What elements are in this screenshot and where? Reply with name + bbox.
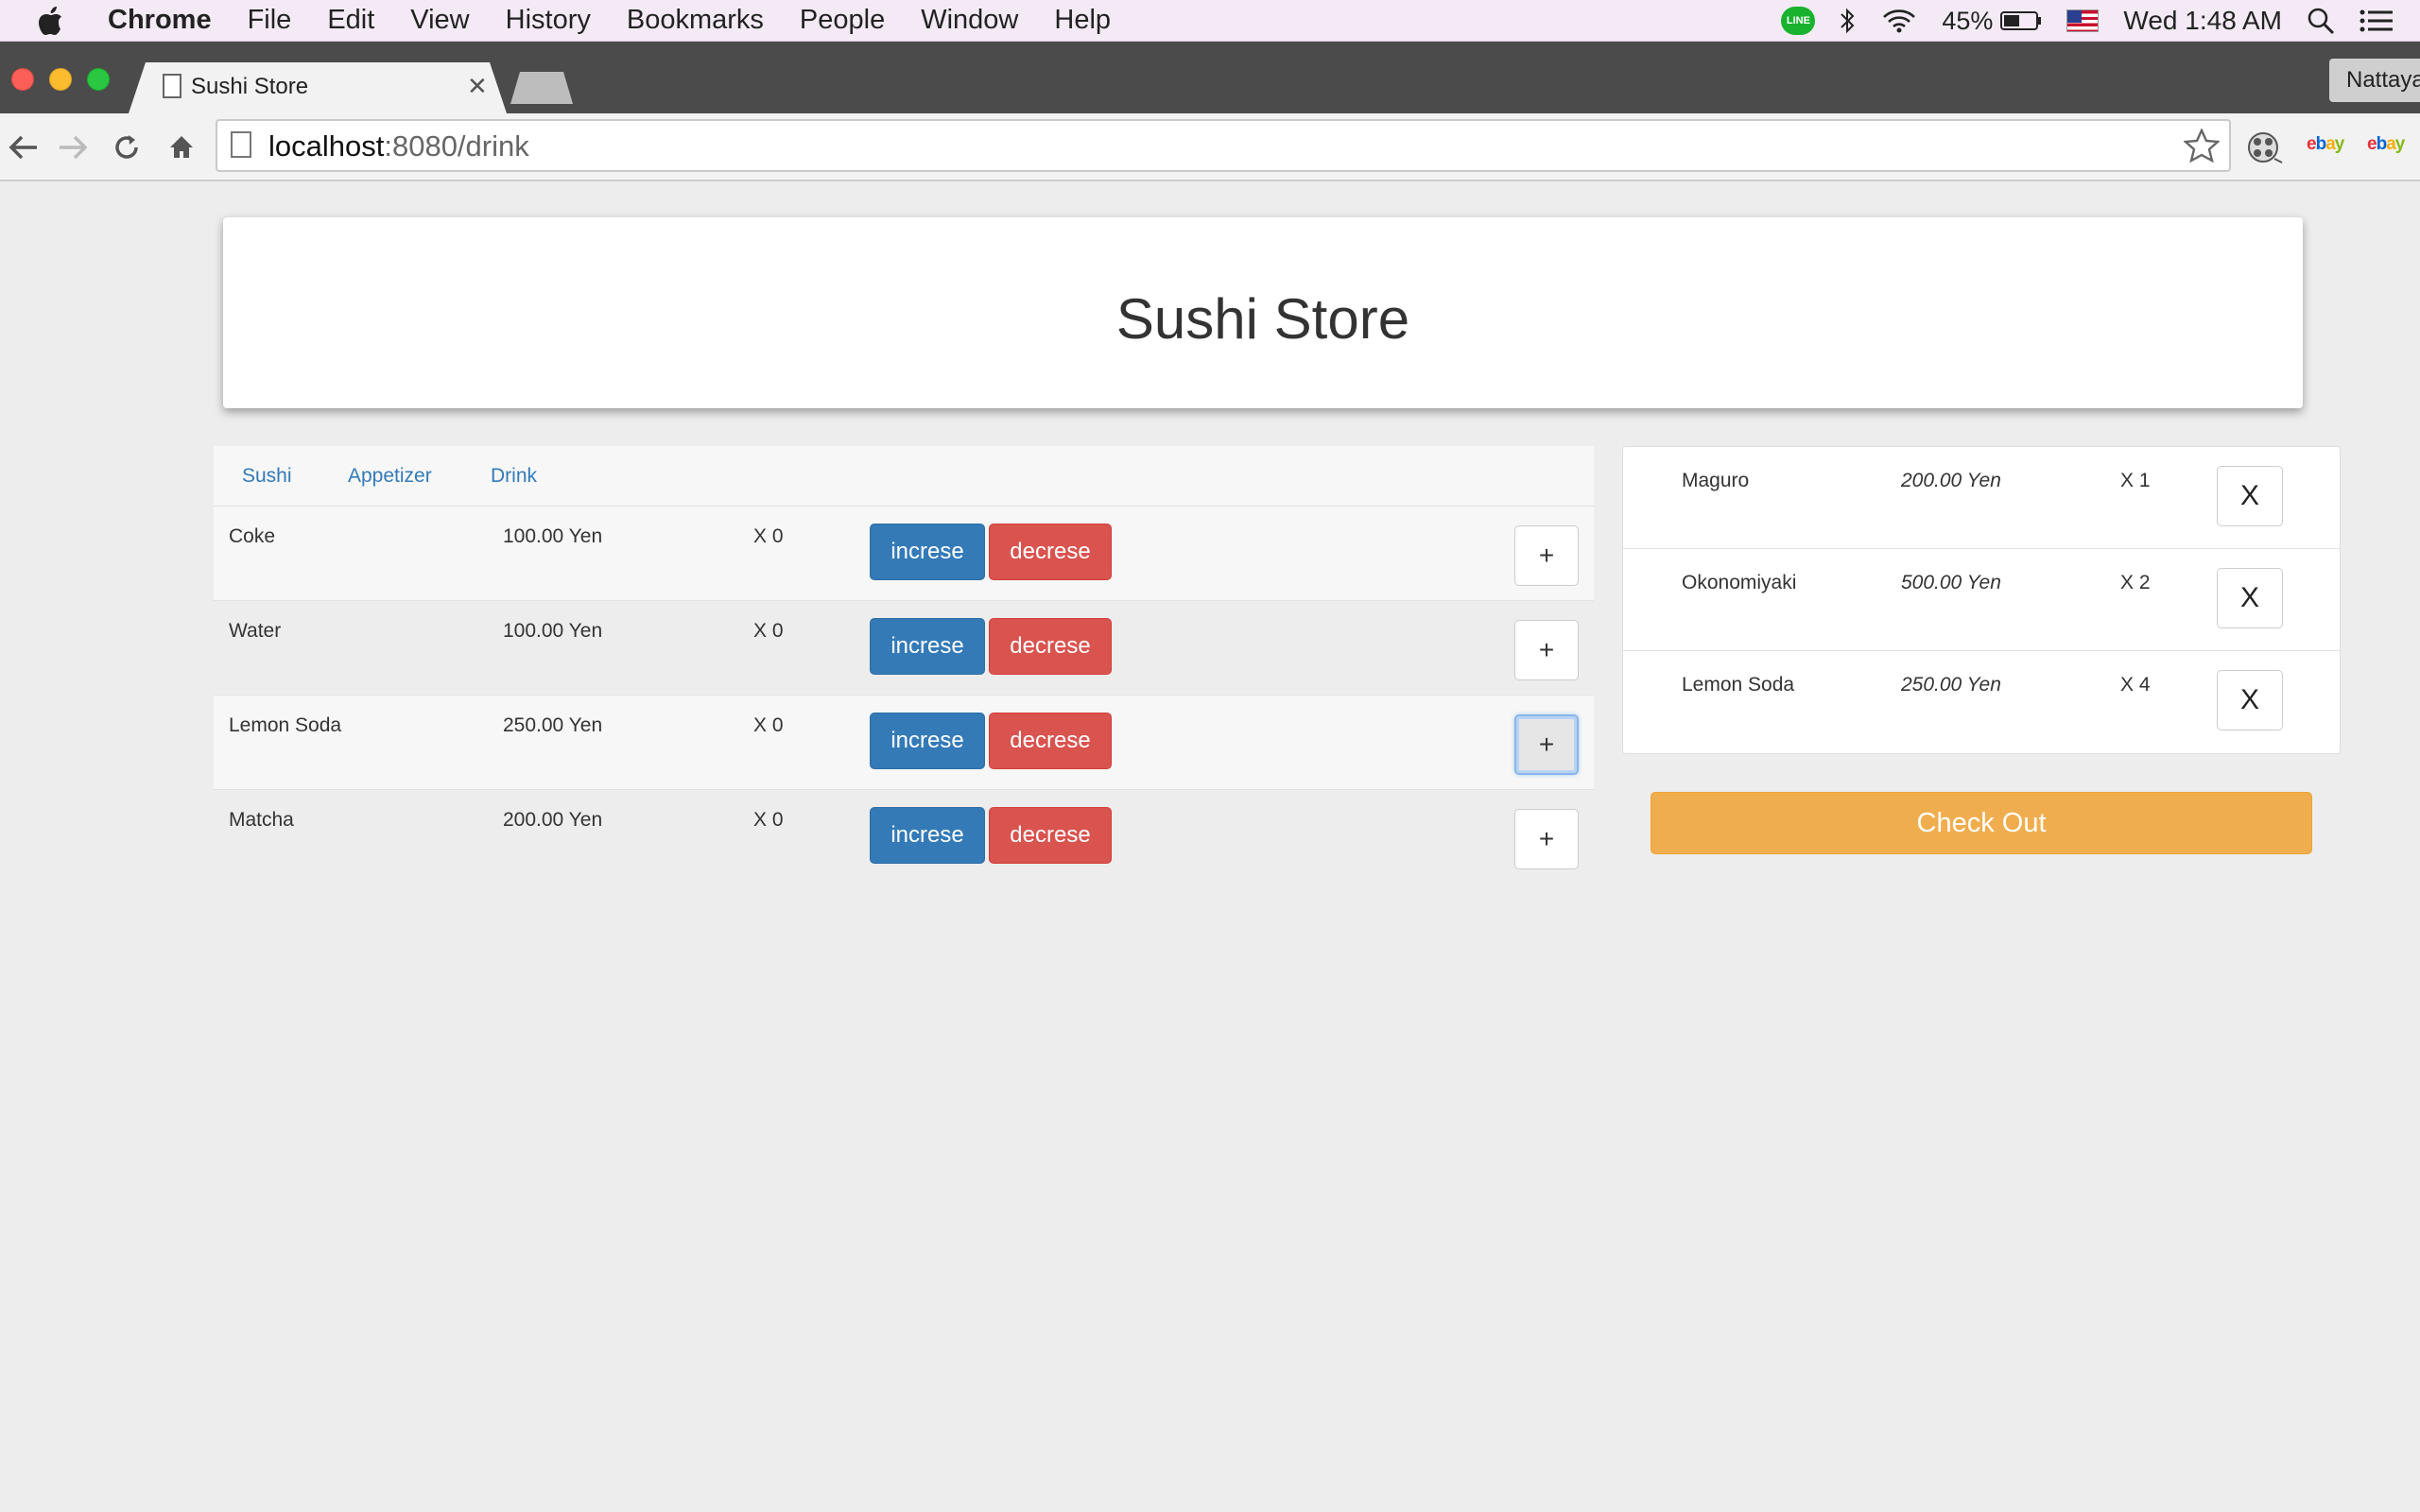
- add-to-cart-button[interactable]: +: [1514, 525, 1579, 586]
- item-name: Water: [229, 620, 282, 642]
- cart-item-quantity: X 2: [2120, 572, 2151, 593]
- cart-item-name: Okonomiyaki: [1682, 572, 1797, 593]
- menu-view[interactable]: View: [410, 5, 469, 36]
- item-quantity: X 0: [753, 525, 784, 547]
- page-favicon-icon: [163, 74, 182, 98]
- menu-help[interactable]: Help: [1054, 5, 1111, 36]
- browser-toolbar: localhost:8080/drink ebay ebay: [0, 113, 2420, 181]
- menu-item-row: Water 100.00 Yen X 0 increse decrese +: [214, 601, 1594, 696]
- ebay-extension-icon-2[interactable]: ebay: [2367, 134, 2405, 155]
- store-header: Sushi Store: [223, 217, 2303, 408]
- add-to-cart-button[interactable]: +: [1514, 809, 1579, 869]
- address-bar[interactable]: localhost:8080/drink: [216, 119, 2231, 172]
- item-name: Lemon Soda: [229, 714, 342, 736]
- category-tabs: Sushi Appetizer Drink: [214, 446, 1594, 507]
- remove-item-button[interactable]: X: [2217, 466, 2283, 526]
- battery-percent: 45%: [1942, 6, 1994, 35]
- decrease-button[interactable]: decrese: [989, 807, 1112, 864]
- cart-item-name: Maguro: [1682, 470, 1750, 491]
- cart-panel: Maguro 200.00 Yen X 1 X Okonomiyaki 500.…: [1622, 446, 2341, 754]
- cart-item-price: 250.00 Yen: [1901, 674, 2001, 696]
- tab-close-icon[interactable]: ✕: [467, 72, 488, 101]
- menu-edit[interactable]: Edit: [327, 5, 374, 36]
- notification-center-icon[interactable]: [2360, 8, 2394, 34]
- battery-icon[interactable]: [2000, 10, 2042, 31]
- tab-sushi[interactable]: Sushi: [242, 465, 292, 488]
- menu-item-row: Coke 100.00 Yen X 0 increse decrese +: [214, 507, 1594, 601]
- decrease-button[interactable]: decrese: [989, 713, 1112, 769]
- reload-icon[interactable]: [110, 130, 144, 164]
- increase-button[interactable]: increse: [870, 807, 985, 864]
- item-name: Coke: [229, 525, 276, 547]
- spotlight-search-icon[interactable]: [2307, 7, 2335, 35]
- cart-item-row: Maguro 200.00 Yen X 1 X: [1623, 447, 2340, 549]
- cart-item-price: 500.00 Yen: [1901, 572, 2001, 593]
- menu-item-row: Matcha 200.00 Yen X 0 increse decrese +: [214, 790, 1594, 885]
- cart-item-quantity: X 4: [2120, 674, 2151, 696]
- film-reel-extension-icon[interactable]: [2246, 130, 2284, 169]
- item-name: Matcha: [229, 809, 294, 831]
- minimize-window-button[interactable]: [49, 68, 72, 91]
- ebay-extension-icon[interactable]: ebay: [2307, 134, 2344, 155]
- clock[interactable]: Wed 1:48 AM: [2123, 6, 2282, 36]
- cart-item-quantity: X 1: [2120, 470, 2151, 491]
- menu-bookmarks[interactable]: Bookmarks: [627, 5, 764, 36]
- menu-app-chrome[interactable]: Chrome: [108, 5, 212, 36]
- bluetooth-icon[interactable]: [1840, 7, 1857, 35]
- active-tab[interactable]: Sushi Store ✕: [129, 62, 507, 113]
- tab-title: Sushi Store: [191, 74, 309, 99]
- item-price: 100.00 Yen: [503, 620, 603, 642]
- item-price: 250.00 Yen: [503, 714, 603, 736]
- tab-appetizer[interactable]: Appetizer: [348, 465, 432, 488]
- tab-drink[interactable]: Drink: [491, 465, 537, 488]
- remove-item-button[interactable]: X: [2217, 568, 2283, 628]
- checkout-button[interactable]: Check Out: [1651, 792, 2312, 854]
- page-info-icon[interactable]: [231, 131, 251, 158]
- cart-item-row: Lemon Soda 250.00 Yen X 4 X: [1623, 651, 2340, 753]
- item-quantity: X 0: [753, 620, 784, 642]
- bookmark-star-icon[interactable]: [2183, 128, 2221, 167]
- increase-button[interactable]: increse: [870, 713, 985, 769]
- page-title: Sushi Store: [1115, 286, 1410, 351]
- url-text[interactable]: localhost:8080/drink: [268, 129, 529, 163]
- zoom-window-button[interactable]: [87, 68, 110, 91]
- menu-panel: Sushi Appetizer Drink Coke 100.00 Yen X …: [214, 446, 1594, 888]
- cart-item-price: 200.00 Yen: [1901, 470, 2001, 491]
- url-path: :8080/drink: [384, 129, 529, 163]
- profile-button[interactable]: Nattaya: [2329, 59, 2420, 102]
- menu-history[interactable]: History: [506, 5, 591, 36]
- wifi-icon[interactable]: [1881, 8, 1917, 34]
- decrease-button[interactable]: decrese: [989, 618, 1112, 675]
- menu-item-row: Lemon Soda 250.00 Yen X 0 increse decres…: [214, 696, 1594, 790]
- forward-arrow-icon[interactable]: [57, 130, 91, 164]
- close-window-button[interactable]: [11, 68, 34, 91]
- line-app-icon[interactable]: LINE: [1781, 7, 1816, 35]
- decrease-button[interactable]: decrese: [989, 524, 1112, 580]
- item-quantity: X 0: [753, 809, 784, 831]
- menu-people[interactable]: People: [800, 5, 885, 36]
- menu-window[interactable]: Window: [921, 5, 1018, 36]
- cart-item-name: Lemon Soda: [1682, 674, 1795, 696]
- item-quantity: X 0: [753, 714, 784, 736]
- item-price: 200.00 Yen: [503, 809, 603, 831]
- item-price: 100.00 Yen: [503, 525, 603, 547]
- add-to-cart-button-focused[interactable]: +: [1514, 714, 1579, 775]
- new-tab-button[interactable]: [510, 72, 573, 104]
- back-arrow-icon[interactable]: [6, 130, 40, 164]
- apple-logo-icon[interactable]: [38, 5, 66, 37]
- macos-menu-bar: Chrome File Edit View History Bookmarks …: [0, 0, 2420, 42]
- add-to-cart-button[interactable]: +: [1514, 620, 1579, 680]
- increase-button[interactable]: increse: [870, 524, 985, 580]
- cart-item-row: Okonomiyaki 500.00 Yen X 2 X: [1623, 549, 2340, 651]
- menu-file[interactable]: File: [248, 5, 292, 36]
- home-icon[interactable]: [164, 130, 199, 164]
- increase-button[interactable]: increse: [870, 618, 985, 675]
- status-area: LINE 45% Wed 1:48 AM: [1756, 0, 2394, 42]
- url-host: localhost: [268, 129, 385, 163]
- remove-item-button[interactable]: X: [2217, 670, 2283, 730]
- us-flag-input-source-icon[interactable]: [2066, 9, 2100, 32]
